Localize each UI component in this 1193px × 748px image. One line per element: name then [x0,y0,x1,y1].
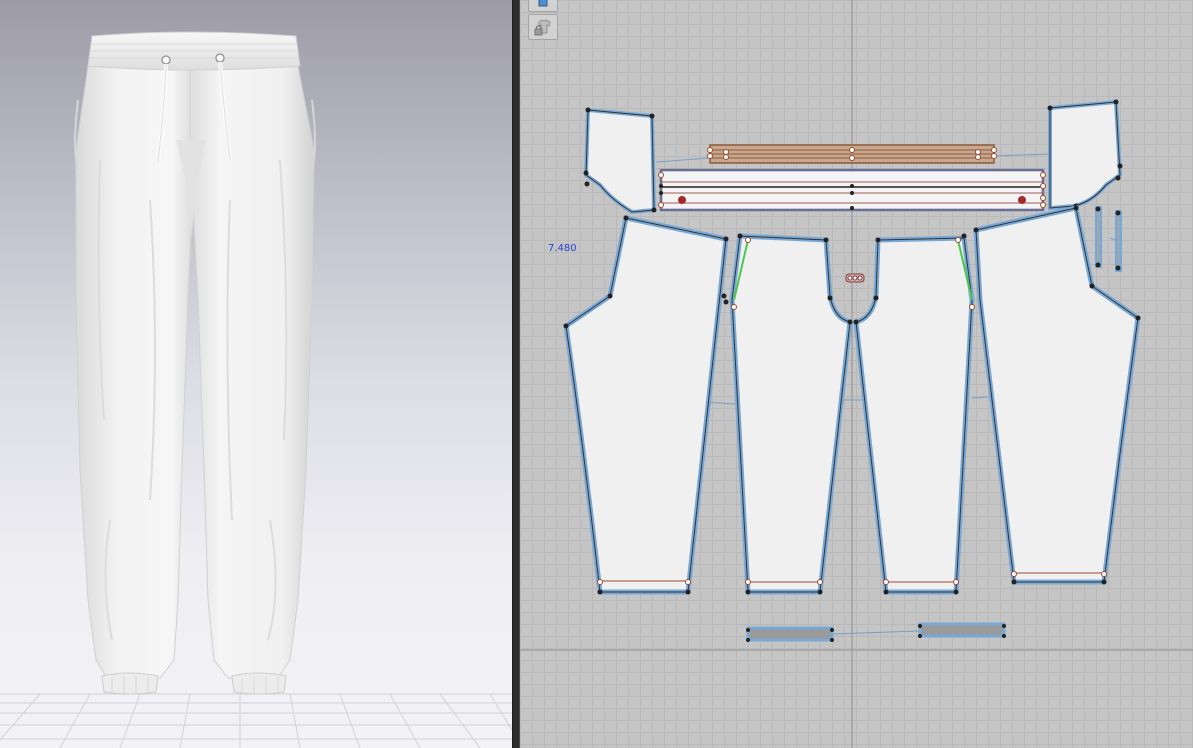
left-cuff [101,672,159,695]
crotch-pin-marker[interactable] [845,273,865,283]
show-3d-garment-button[interactable] [528,0,558,12]
3d-scene [0,31,512,748]
drawstring-pieces[interactable] [1095,206,1122,272]
floor-grid [0,693,512,748]
elastic-band-piece[interactable] [707,144,997,164]
right-leg [189,65,315,679]
eyelet-right [215,53,225,63]
pattern-canvas [520,0,1193,748]
measurement-label: 7.480 [548,243,577,254]
left-leg [75,65,197,681]
pants-3d-model[interactable] [74,31,316,695]
pocket-piece-left[interactable] [583,107,657,215]
eyelet-marker-right[interactable] [1018,196,1026,204]
eyelet-left [161,55,171,65]
view-splitter[interactable] [512,0,520,748]
pattern-piece-front-right[interactable] [853,233,983,595]
tshirt-icon [538,0,548,7]
cuff-piece-right[interactable] [918,622,1006,638]
eyelet-marker-left[interactable] [678,196,686,204]
cuff-piece-left[interactable] [746,626,834,642]
lock-garment-button[interactable] [528,14,558,40]
2d-pattern-window[interactable]: 7.480 [520,0,1193,748]
lock-icon [534,19,551,36]
pocket-piece-right[interactable] [1047,99,1123,211]
waistband-piece[interactable] [658,168,1046,212]
3d-viewport[interactable] [0,0,512,748]
pattern-piece-back-left[interactable] [563,215,729,595]
app-window: 7.480 [0,0,1193,748]
pattern-piece-front-left[interactable] [721,233,853,595]
